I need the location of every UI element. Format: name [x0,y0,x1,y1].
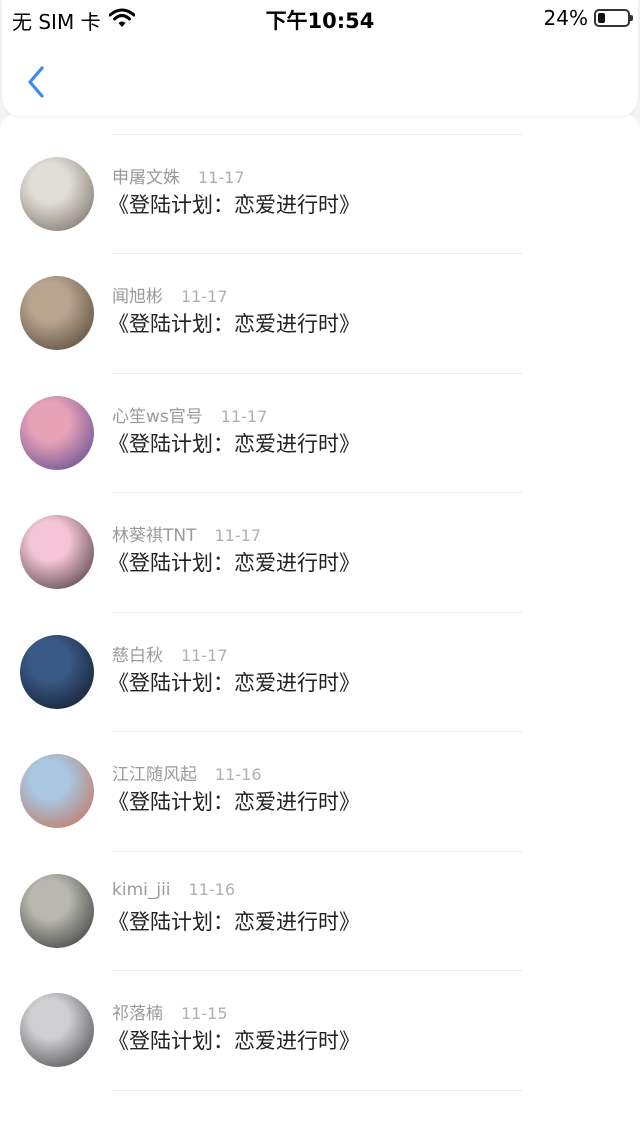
post-username[interactable]: 林葵祺TNT [112,526,197,546]
post-username[interactable]: 江江随风起 [112,765,197,785]
post-title[interactable]: 《登陆计划：恋爱进行时》 [108,786,360,816]
chevron-left-icon [28,66,44,98]
post-date: 11-17 [220,406,268,426]
post-title[interactable]: 《登陆计划：恋爱进行时》 [108,428,360,458]
post-date: 11-17 [198,167,245,187]
avatar[interactable] [20,873,94,948]
status-bar: 无 SIM 卡 下午10:54 24% [0,0,640,36]
battery-icon [594,9,633,27]
post-date: 11-15 [181,1004,228,1023]
post-date: 11-17 [181,287,228,306]
post-date: 11-16 [188,879,236,899]
post-list: 《登陆计划：恋爱进行时》申屠文姝11-17《登陆计划：恋爱进行时》闻旭彬11-1… [0,114,640,1091]
list-item[interactable]: 申屠文姝 11-17 《登陆计划：恋爱进行时》 [0,135,640,254]
post-meta: kimi_jii 11-16 [112,880,235,900]
post-username[interactable]: 闻旭彬 [112,287,163,307]
row-divider [112,1089,522,1091]
post-meta: 慈白秋 11-17 [112,641,228,666]
post-meta: 心笙ws官号 11-17 [112,402,267,427]
post-title[interactable]: 《登陆计划：恋爱进行时》 [108,906,360,936]
post-list-card: 《登陆计划：恋爱进行时》申屠文姝11-17《登陆计划：恋爱进行时》闻旭彬11-1… [0,114,640,1138]
post-date: 11-16 [215,765,262,784]
post-title[interactable]: 《登陆计划：恋爱进行时》 [108,547,360,577]
avatar[interactable] [20,395,94,470]
post-username[interactable]: 慈白秋 [112,646,163,666]
post-meta: 祁落楠 11-15 [112,999,228,1024]
battery-fill [598,13,605,23]
post-username[interactable]: 心笙ws官号 [112,407,203,427]
status-right: 24% [543,6,633,30]
post-meta: 江江随风起 11-16 [112,760,262,785]
back-button[interactable] [20,62,52,102]
avatar[interactable] [20,634,94,709]
post-username[interactable]: kimi_jii [112,880,171,900]
avatar[interactable] [20,276,94,350]
post-title[interactable]: 《登陆计划：恋爱进行时》 [108,189,360,219]
list-item[interactable]: kimi_jii 11-16 《登陆计划：恋爱进行时》 [0,852,640,971]
avatar[interactable] [20,993,94,1067]
post-title[interactable]: 《登陆计划：恋爱进行时》 [108,1025,360,1055]
post-username[interactable]: 祁落楠 [112,1004,163,1024]
list-item[interactable]: 江江随风起 11-16 《登陆计划：恋爱进行时》 [0,732,640,852]
list-item[interactable]: 心笙ws官号 11-17 《登陆计划：恋爱进行时》 [0,374,640,493]
list-item[interactable]: 《登陆计划：恋爱进行时》 [0,114,640,135]
avatar[interactable] [20,515,94,589]
screen: 无 SIM 卡 下午10:54 24% 《登陆计划：恋爱进行时》申屠文姝 [0,0,640,1138]
list-item[interactable]: 祁落楠 11-15 《登陆计划：恋爱进行时》 [0,971,640,1091]
post-date: 11-17 [214,526,262,545]
post-title[interactable]: 《登陆计划：恋爱进行时》 [108,667,360,697]
avatar[interactable] [20,754,94,828]
list-item[interactable]: 慈白秋 11-17 《登陆计划：恋爱进行时》 [0,613,640,732]
post-date: 11-17 [181,645,228,665]
post-meta: 林葵祺TNT 11-17 [112,521,261,546]
battery-percent: 24% [543,6,588,30]
post-meta: 申屠文姝 11-17 [112,163,245,188]
post-meta: 闻旭彬 11-17 [112,282,228,307]
post-username[interactable]: 申屠文姝 [112,168,180,188]
avatar[interactable] [20,156,94,231]
post-title[interactable]: 《登陆计划：恋爱进行时》 [108,308,360,338]
list-item[interactable]: 闻旭彬 11-17 《登陆计划：恋爱进行时》 [0,254,640,374]
list-item[interactable]: 林葵祺TNT 11-17 《登陆计划：恋爱进行时》 [0,493,640,613]
